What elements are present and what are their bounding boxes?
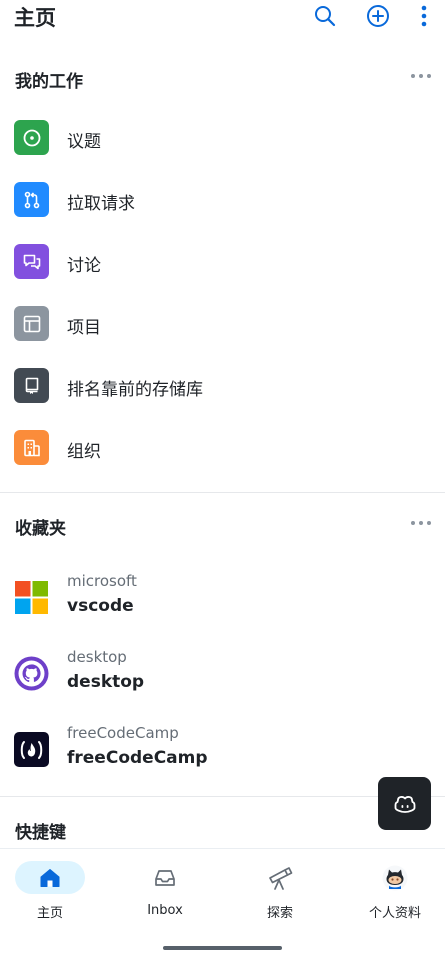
section-divider: [0, 492, 445, 493]
tab-icon-wrap: [130, 861, 200, 895]
search-button[interactable]: [312, 3, 338, 29]
bottom-tab-bar: 主页 Inbox 探索 个人资料: [0, 848, 445, 953]
favorite-repo-desktop[interactable]: desktop desktop: [0, 646, 445, 716]
copilot-button[interactable]: [378, 777, 431, 830]
my-work-title: 我的工作: [15, 72, 83, 92]
shortcuts-title: 快捷键: [15, 823, 66, 843]
home-indicator: [163, 946, 282, 950]
issue-opened-icon: [14, 120, 49, 155]
comment-discussion-icon: [14, 244, 49, 279]
work-item-issues[interactable]: 议题: [0, 108, 445, 168]
git-pull-request-icon: [14, 182, 49, 217]
github-desktop-logo-icon: [14, 656, 49, 691]
search-icon: [315, 6, 336, 27]
repo-icon: [14, 368, 49, 403]
tab-label: Inbox: [147, 903, 183, 918]
kebab-vertical-icon: [421, 5, 427, 27]
repo-name: vscode: [67, 596, 134, 616]
tab-home[interactable]: 主页: [0, 861, 100, 921]
work-item-label: 议题: [67, 132, 101, 152]
work-item-label: 排名靠前的存储库: [67, 380, 203, 400]
work-item-projects[interactable]: 项目: [0, 294, 445, 354]
freecodecamp-logo-icon: [14, 732, 49, 767]
dot: [411, 74, 415, 78]
more-options-button[interactable]: [411, 3, 437, 29]
repo-owner: desktop: [67, 648, 127, 666]
tab-icon-wrap: [245, 861, 315, 894]
work-item-top-repositories[interactable]: 排名靠前的存储库: [0, 356, 445, 416]
work-item-discussions[interactable]: 讨论: [0, 232, 445, 292]
plus-circle-icon: [367, 5, 389, 27]
organization-icon: [14, 430, 49, 465]
tab-icon-wrap: [360, 861, 430, 894]
repo-owner: freeCodeCamp: [67, 724, 179, 742]
dot: [427, 74, 431, 78]
copilot-icon: [394, 795, 415, 813]
inbox-icon: [155, 870, 175, 886]
telescope-icon: [269, 866, 293, 890]
my-work-more-button[interactable]: [411, 71, 431, 81]
page-title: 主页: [14, 6, 56, 30]
tab-label: 探索: [266, 906, 293, 921]
microsoft-logo-icon: [14, 580, 49, 615]
repo-owner: microsoft: [67, 572, 137, 590]
tab-label: 个人资料: [368, 906, 421, 921]
favorites-more-button[interactable]: [411, 518, 431, 528]
work-item-organizations[interactable]: 组织: [0, 418, 445, 478]
home-icon: [40, 868, 60, 887]
work-item-pull-requests[interactable]: 拉取请求: [0, 170, 445, 230]
tab-profile[interactable]: 个人资料: [345, 861, 445, 921]
tab-label: 主页: [36, 906, 63, 921]
work-item-label: 讨论: [67, 256, 101, 276]
work-item-label: 项目: [67, 318, 101, 338]
dot: [411, 521, 415, 525]
work-item-label: 拉取请求: [67, 194, 135, 214]
tab-explore[interactable]: 探索: [230, 861, 330, 921]
favorite-repo-vscode[interactable]: microsoft vscode: [0, 570, 445, 640]
repo-name: freeCodeCamp: [67, 748, 208, 768]
table-icon: [14, 306, 49, 341]
app-header: 主页: [0, 0, 445, 36]
tab-active-indicator: [15, 861, 85, 894]
octocat-avatar-icon: [382, 865, 408, 890]
dot: [419, 521, 423, 525]
favorites-title: 收藏夹: [15, 519, 66, 539]
repo-name: desktop: [67, 672, 145, 692]
work-item-label: 组织: [67, 442, 101, 462]
create-button[interactable]: [365, 3, 391, 29]
dot: [427, 521, 431, 525]
dot: [419, 74, 423, 78]
tab-inbox[interactable]: Inbox: [115, 861, 215, 921]
